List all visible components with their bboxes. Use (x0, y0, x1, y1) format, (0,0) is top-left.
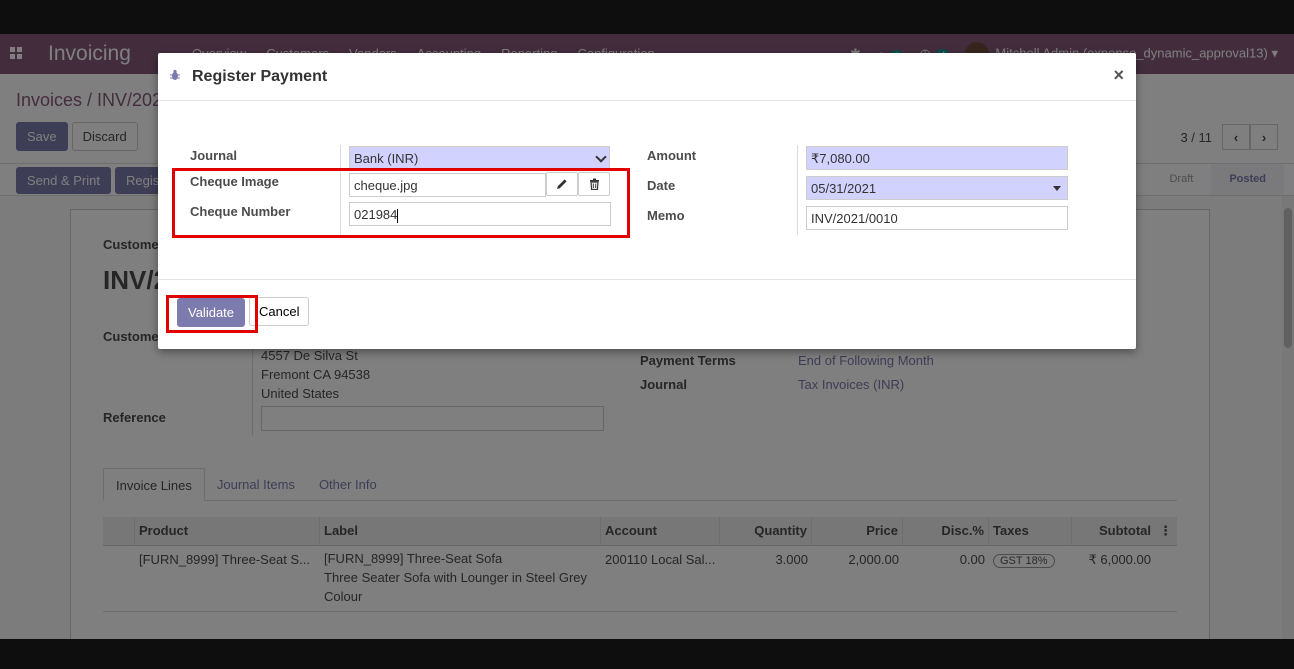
letterbox-bottom (0, 639, 1294, 669)
chevron-down-icon (595, 151, 607, 163)
date-value: 05/31/2021 (811, 181, 877, 196)
date-input[interactable]: 05/31/2021 (806, 176, 1068, 200)
register-payment-dialog: Register Payment × Journal Bank (INR) Ch… (158, 53, 1136, 349)
journal-select[interactable]: Bank (INR) (349, 146, 610, 170)
validate-highlight (166, 295, 258, 333)
amount-value: ₹7,080.00 (811, 151, 870, 166)
bug-icon (170, 69, 180, 80)
close-icon[interactable]: × (1113, 65, 1124, 86)
letterbox-top (0, 0, 1294, 34)
amount-label: Amount (647, 148, 697, 163)
journal-label: Journal (190, 148, 237, 163)
amount-input[interactable]: ₹7,080.00 (806, 146, 1068, 170)
cheque-fields-highlight (172, 168, 630, 238)
memo-input[interactable]: INV/2021/0010 (806, 206, 1068, 230)
modal-title: Register Payment (192, 68, 328, 85)
memo-label: Memo (647, 208, 685, 223)
modal-header: Register Payment × (158, 53, 1136, 100)
caret-down-icon (1053, 186, 1061, 191)
date-label: Date (647, 178, 676, 193)
memo-value: INV/2021/0010 (811, 211, 898, 226)
journal-select-value: Bank (INR) (354, 151, 419, 166)
modal-footer: Validate Cancel (158, 279, 1136, 349)
modal-body: Journal Bank (INR) Cheque Image cheque.j… (158, 100, 1136, 279)
cancel-button[interactable]: Cancel (249, 297, 310, 326)
